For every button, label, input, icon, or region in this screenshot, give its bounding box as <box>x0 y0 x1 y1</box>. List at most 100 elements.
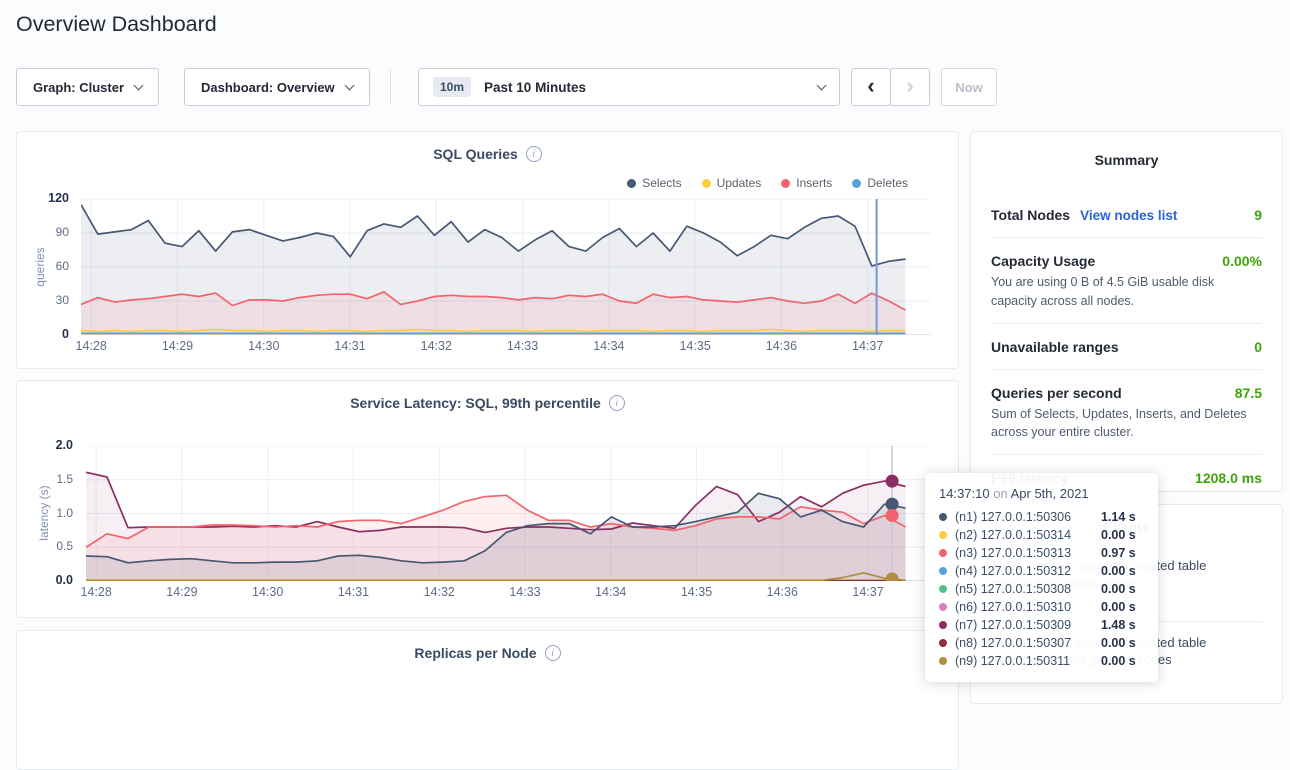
tooltip-node-row: (n7) 127.0.0.1:50309 1.48 s <box>939 616 1144 634</box>
info-icon[interactable]: i <box>545 645 561 661</box>
y-axis-tick: 30 <box>11 293 69 307</box>
tooltip-node-row: (n4) 127.0.0.1:50312 0.00 s <box>939 562 1144 580</box>
tooltip-node-value: 0.00 s <box>1101 600 1136 614</box>
summary-value: 0 <box>1254 339 1262 355</box>
tooltip-node-value: 1.14 s <box>1101 510 1136 524</box>
dashboard-dropdown-label: Dashboard: Overview <box>201 80 335 95</box>
node-dot-icon <box>939 639 947 647</box>
latency-x-ticks: 14:2814:2914:3014:3114:3214:3314:3414:35… <box>86 585 931 601</box>
x-axis-tick: 14:35 <box>681 585 712 599</box>
node-dot-icon <box>939 585 947 593</box>
time-next-button[interactable]: › <box>890 68 930 106</box>
tooltip-node-row: (n1) 127.0.0.1:50306 1.14 s <box>939 508 1144 526</box>
tooltip-node-label: (n8) 127.0.0.1:50307 <box>955 636 1101 650</box>
x-axis-tick: 14:36 <box>767 585 798 599</box>
toolbar-divider <box>390 70 391 104</box>
legend-item-updates[interactable]: Updates <box>702 176 762 190</box>
y-axis-tick: 0 <box>11 327 69 341</box>
x-axis-tick: 14:31 <box>338 585 369 599</box>
summary-value: 9 <box>1254 207 1262 223</box>
latency-chart-svg <box>86 446 931 581</box>
summary-label: Unavailable ranges <box>991 339 1119 355</box>
tooltip-node-row: (n9) 127.0.0.1:50311 0.00 s <box>939 652 1144 670</box>
x-axis-tick: 14:32 <box>424 585 455 599</box>
tooltip-node-label: (n4) 127.0.0.1:50312 <box>955 564 1101 578</box>
x-axis-tick: 14:36 <box>766 339 797 353</box>
sql-chart-plot[interactable] <box>81 199 931 335</box>
dashboard-dropdown[interactable]: Dashboard: Overview <box>184 68 370 106</box>
now-button-label: Now <box>955 80 982 95</box>
node-dot-icon <box>939 513 947 521</box>
x-axis-tick: 14:37 <box>852 339 883 353</box>
y-axis-tick: 1.0 <box>11 506 73 520</box>
node-dot-icon <box>939 531 947 539</box>
tooltip-node-value: 0.00 s <box>1101 582 1136 596</box>
chart-hover-tooltip: 14:37:10 on Apr 5th, 2021 (n1) 127.0.0.1… <box>925 473 1158 682</box>
legend-dot-icon <box>627 179 636 188</box>
y-axis-tick: 90 <box>11 225 69 239</box>
tooltip-node-row: (n2) 127.0.0.1:50314 0.00 s <box>939 526 1144 544</box>
tooltip-node-value: 0.00 s <box>1101 564 1136 578</box>
tooltip-node-row: (n3) 127.0.0.1:50313 0.97 s <box>939 544 1144 562</box>
summary-item: Unavailable ranges 0 <box>991 324 1262 369</box>
summary-items: Total Nodes View nodes list 9 Capacity U… <box>971 192 1282 500</box>
latency-chart-plot[interactable] <box>86 446 931 581</box>
legend-item-deletes[interactable]: Deletes <box>852 176 908 190</box>
summary-value: 0.00% <box>1222 253 1262 269</box>
summary-description: You are using 0 B of 4.5 GiB usable disk… <box>991 273 1262 323</box>
node-dot-icon <box>939 549 947 557</box>
time-range-label: Past 10 Minutes <box>484 80 586 95</box>
tooltip-node-row: (n8) 127.0.0.1:50307 0.00 s <box>939 634 1144 652</box>
chevron-down-icon <box>134 81 144 91</box>
tooltip-rows: (n1) 127.0.0.1:50306 1.14 s (n2) 127.0.0… <box>939 508 1144 670</box>
time-prev-button[interactable]: ‹ <box>851 68 891 106</box>
legend-dot-icon <box>852 179 861 188</box>
summary-description: Sum of Selects, Updates, Inserts, and De… <box>991 405 1262 455</box>
replicas-per-node-panel: Replicas per Node i <box>16 630 959 770</box>
tooltip-node-label: (n1) 127.0.0.1:50306 <box>955 510 1101 524</box>
replicas-per-node-title: Replicas per Node <box>414 645 536 661</box>
service-latency-panel: Service Latency: SQL, 99th percentile i … <box>16 380 959 618</box>
x-axis-tick: 14:29 <box>162 339 193 353</box>
now-button[interactable]: Now <box>941 68 997 106</box>
time-range-picker[interactable]: 10m Past 10 Minutes <box>418 68 840 106</box>
info-icon[interactable]: i <box>609 395 625 411</box>
legend-item-inserts[interactable]: Inserts <box>781 176 832 190</box>
tooltip-node-value: 1.48 s <box>1101 618 1136 632</box>
sql-chart-svg <box>81 199 931 335</box>
x-axis-tick: 14:28 <box>76 339 107 353</box>
graph-dropdown[interactable]: Graph: Cluster <box>16 68 159 106</box>
summary-item: Queries per second 87.5 Sum of Selects, … <box>991 370 1262 455</box>
summary-label: Capacity Usage <box>991 253 1095 269</box>
tooltip-node-value: 0.00 s <box>1101 654 1136 668</box>
summary-item: Total Nodes View nodes list 9 <box>991 192 1262 237</box>
chevron-down-icon <box>817 81 827 91</box>
sql-queries-title: SQL Queries <box>433 146 518 162</box>
view-nodes-list-link[interactable]: View nodes list <box>1080 208 1177 223</box>
tooltip-timestamp: 14:37:10 on Apr 5th, 2021 <box>939 486 1144 501</box>
tooltip-node-label: (n6) 127.0.0.1:50310 <box>955 600 1101 614</box>
x-axis-tick: 14:29 <box>166 585 197 599</box>
legend-item-selects[interactable]: Selects <box>627 176 681 190</box>
tooltip-node-label: (n3) 127.0.0.1:50313 <box>955 546 1101 560</box>
summary-value: 1208.0 ms <box>1195 470 1262 486</box>
chevron-left-icon: ‹ <box>867 75 874 100</box>
y-axis-tick: 60 <box>11 259 69 273</box>
summary-card: Summary Total Nodes View nodes list 9 Ca… <box>970 131 1283 492</box>
tooltip-node-label: (n9) 127.0.0.1:50311 <box>955 654 1101 668</box>
tooltip-node-value: 0.00 s <box>1101 636 1136 650</box>
x-axis-tick: 14:33 <box>507 339 538 353</box>
latency-y-ticks: 0.00.51.01.52.0 <box>17 446 79 581</box>
sql-queries-panel: SQL Queries i Selects Updates Inserts Delet… <box>16 131 959 369</box>
tooltip-node-label: (n2) 127.0.0.1:50314 <box>955 528 1101 542</box>
info-icon[interactable]: i <box>526 146 542 162</box>
service-latency-title: Service Latency: SQL, 99th percentile <box>350 395 601 411</box>
x-axis-tick: 14:35 <box>679 339 710 353</box>
legend-dot-icon <box>702 179 711 188</box>
node-dot-icon <box>939 657 947 665</box>
x-axis-tick: 14:28 <box>80 585 111 599</box>
x-axis-tick: 14:34 <box>595 585 626 599</box>
x-axis-tick: 14:32 <box>421 339 452 353</box>
node-dot-icon <box>939 567 947 575</box>
page-title: Overview Dashboard <box>16 12 217 37</box>
